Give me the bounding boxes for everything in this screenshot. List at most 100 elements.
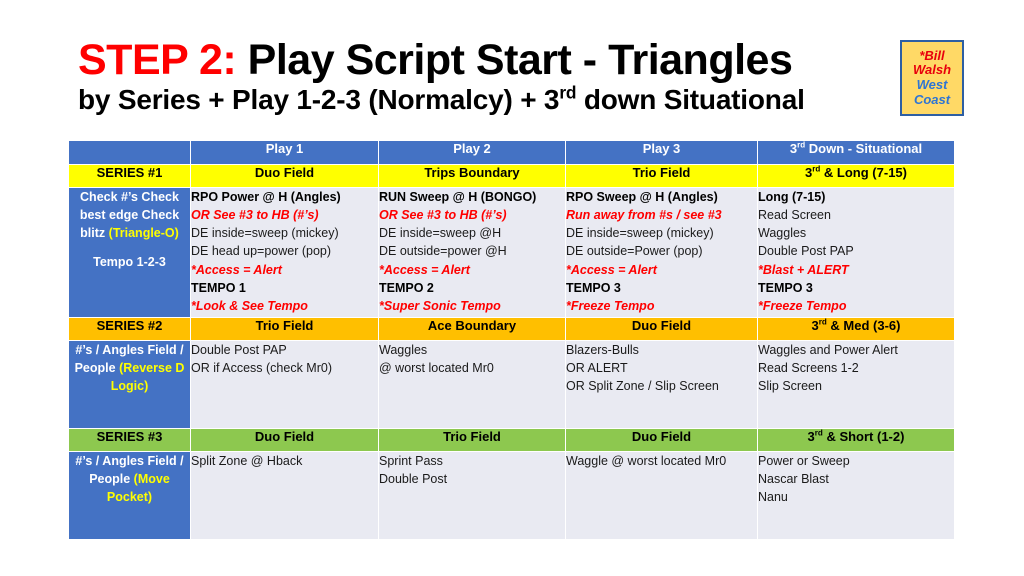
- header-ordinal-suffix: rd: [797, 140, 806, 150]
- header-ordinal-post: Down - Situational: [805, 141, 923, 156]
- series-3-play2-cell: Sprint Pass Double Post: [378, 451, 566, 540]
- series-3-play3-formation: Duo Field: [565, 428, 758, 452]
- s3p1-line-0: Split Zone @ Hback: [191, 454, 303, 468]
- header-play-1: Play 1: [190, 140, 379, 165]
- s2p3-line-0: Blazers-Bulls: [566, 343, 639, 357]
- header-play-3: Play 3: [565, 140, 758, 165]
- series-1-band-row: SERIES #1 Duo Field Trips Boundary Trio …: [68, 164, 955, 188]
- s2p3-line-1: OR ALERT: [566, 361, 628, 376]
- s1sit-line-4: *Blast + ALERT: [758, 262, 849, 277]
- series-1-play1-formation: Duo Field: [190, 164, 379, 188]
- header-play-2: Play 2: [378, 140, 566, 165]
- s1p1-line-6: *Look & See Tempo: [191, 298, 308, 313]
- stamp-line-3: West: [916, 77, 948, 92]
- series-2-label: SERIES #2: [68, 317, 191, 341]
- s2sit-line-0: Waggles and Power Alert: [758, 343, 898, 357]
- s1p3-line-4: *Access = Alert: [566, 262, 657, 277]
- s1sit-line-6: *Freeze Tempo: [758, 298, 847, 313]
- series-2-play2-formation: Ace Boundary: [378, 317, 566, 341]
- stamp-line-2: Walsh: [912, 62, 952, 78]
- series-1-checklist-cell: Check #’s Check best edge Check blitz (T…: [68, 187, 191, 318]
- series-1-play3-cell: RPO Sweep @ H (Angles) Run away from #s …: [565, 187, 758, 318]
- s2p2-line-1: @ worst located Mr0: [379, 361, 494, 376]
- s1p2-line-5: TEMPO 2: [379, 280, 434, 295]
- title-block: STEP 2: Play Script Start - Triangles by…: [78, 36, 908, 116]
- bill-walsh-stamp: *Bill Walsh West Coast: [900, 40, 964, 116]
- series-3-situational-cell: Power or Sweep Nascar Blast Nanu: [757, 451, 955, 540]
- s1sit-line-5: TEMPO 3: [758, 280, 813, 295]
- s2-ordinal-pre: 3: [811, 318, 819, 333]
- header-corner: [68, 140, 191, 165]
- s1p1-line-3: DE head up=power (pop): [191, 244, 332, 259]
- page-subtitle: by Series + Play 1-2-3 (Normalcy) + 3rd …: [78, 82, 908, 116]
- series-2-play2-cell: Waggles @ worst located Mr0: [378, 340, 566, 429]
- s3-ordinal-pre: 3: [807, 429, 815, 444]
- s2-check-line-1: #’s / Angles: [75, 343, 144, 357]
- series-3-band-row: SERIES #3 Duo Field Trio Field Duo Field…: [68, 428, 955, 452]
- series-1-play2-cell: RUN Sweep @ H (BONGO) OR See #3 to HB (#…: [378, 187, 566, 318]
- s2-ordinal-post: & Med (3-6): [826, 318, 901, 333]
- s1-check-line-4: (Triangle-O): [108, 226, 179, 241]
- s1sit-line-0: Long (7-15): [758, 190, 826, 204]
- slide-root: STEP 2: Play Script Start - Triangles by…: [0, 0, 1024, 576]
- s1p3-line-0: RPO Sweep @ H (Angles): [566, 190, 718, 204]
- subtitle-post: down Situational: [576, 84, 805, 116]
- s3p3-line-0: Waggle @ worst located Mr0: [566, 454, 727, 468]
- series-1-situational-cell: Long (7-15) Read Screen Waggles Double P…: [757, 187, 955, 318]
- s1sit-line-3: Double Post PAP: [758, 244, 854, 259]
- series-3-play1-formation: Duo Field: [190, 428, 379, 452]
- s3sit-line-0: Power or Sweep: [758, 454, 850, 468]
- s2sit-line-2: Slip Screen: [758, 379, 822, 394]
- s1p1-line-0: RPO Power @ H (Angles): [191, 190, 341, 204]
- table-header-row: Play 1 Play 2 Play 3 3rd Down - Situatio…: [68, 140, 955, 165]
- subtitle-ordinal-suffix: rd: [559, 82, 577, 103]
- header-ordinal-pre: 3: [789, 141, 798, 156]
- s3-check-line-1: #’s / Angles: [75, 454, 144, 468]
- series-1-play1-cell: RPO Power @ H (Angles) OR See #3 to HB (…: [190, 187, 379, 318]
- s1-check-spacer: [69, 242, 190, 253]
- s2-ordinal-suffix: rd: [818, 317, 827, 327]
- title-step-label: STEP 2:: [78, 36, 237, 84]
- s1p3-line-5: TEMPO 3: [566, 280, 621, 295]
- series-2-situational-distance: 3rd & Med (3-6): [757, 317, 955, 341]
- series-3-situational-distance: 3rd & Short (1-2): [757, 428, 955, 452]
- series-3-play3-cell: Waggle @ worst located Mr0: [565, 451, 758, 540]
- series-3-play2-formation: Trio Field: [378, 428, 566, 452]
- stamp-line-1: *Bill: [919, 47, 945, 63]
- s1p3-line-3: DE outside=Power (pop): [566, 244, 703, 259]
- s1p2-line-3: DE outside=power @H: [379, 244, 507, 259]
- series-3-play1-cell: Split Zone @ Hback: [190, 451, 379, 540]
- s1p2-line-1: OR See #3 to HB (#’s): [379, 208, 507, 223]
- play-script-table: Play 1 Play 2 Play 3 3rd Down - Situatio…: [68, 140, 955, 540]
- series-2-play1-formation: Trio Field: [190, 317, 379, 341]
- s1-check-line-5: Tempo 1-2-3: [93, 255, 166, 270]
- series-1-play2-formation: Trips Boundary: [378, 164, 566, 188]
- s2p1-line-1: OR if Access (check Mr0): [191, 361, 332, 376]
- title-main-text: Play Script Start - Triangles: [247, 36, 793, 84]
- series-2-content-row: #’s / Angles Field / People (Reverse D L…: [68, 340, 955, 429]
- s2-check-line-3: (Reverse D Logic): [110, 361, 185, 394]
- s1p3-line-1: Run away from #s / see #3: [566, 208, 722, 223]
- s1sit-line-1: Read Screen: [758, 208, 831, 223]
- series-2-play3-cell: Blazers-Bulls OR ALERT OR Split Zone / S…: [565, 340, 758, 429]
- series-1-situational-distance: 3rd & Long (7-15): [757, 164, 955, 188]
- s1p1-line-2: DE inside=sweep (mickey): [191, 226, 339, 241]
- s1p1-line-5: TEMPO 1: [191, 280, 246, 295]
- s1p2-line-6: *Super Sonic Tempo: [379, 298, 501, 313]
- series-2-band-row: SERIES #2 Trio Field Ace Boundary Duo Fi…: [68, 317, 955, 341]
- series-2-play3-formation: Duo Field: [565, 317, 758, 341]
- s1p1-line-1: OR See #3 to HB (#’s): [191, 208, 319, 223]
- s1-check-line-1: Check #’s: [80, 190, 138, 204]
- s2p1-line-0: Double Post PAP: [191, 343, 287, 357]
- series-1-label: SERIES #1: [68, 164, 191, 188]
- s1p2-line-0: RUN Sweep @ H (BONGO): [379, 190, 537, 204]
- s3-ordinal-post: & Short (1-2): [822, 429, 905, 444]
- subtitle-pre: by Series + Play 1-2-3 (Normalcy) + 3: [78, 84, 560, 116]
- s1p3-line-6: *Freeze Tempo: [566, 298, 655, 313]
- series-3-checklist-cell: #’s / Angles Field / People (Move Pocket…: [68, 451, 191, 540]
- page-title: STEP 2: Play Script Start - Triangles: [78, 36, 908, 84]
- s2sit-line-1: Read Screens 1-2: [758, 361, 859, 376]
- s3p2-line-1: Double Post: [379, 472, 448, 487]
- series-2-checklist-cell: #’s / Angles Field / People (Reverse D L…: [68, 340, 191, 429]
- stamp-line-4: Coast: [913, 91, 951, 107]
